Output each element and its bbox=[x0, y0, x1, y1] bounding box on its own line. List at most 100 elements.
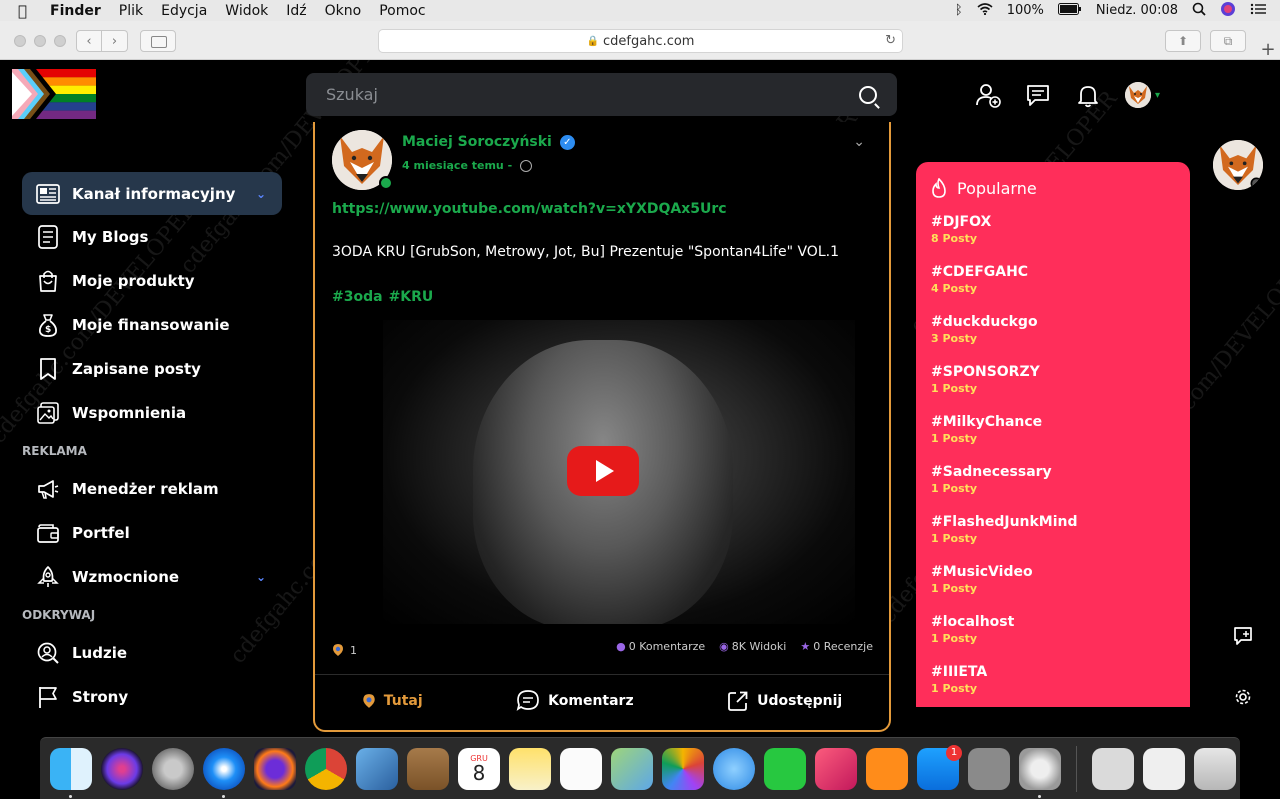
photos-dock-icon[interactable] bbox=[662, 747, 704, 790]
launchpad-dock-icon[interactable] bbox=[152, 747, 194, 790]
hashtag-name[interactable]: #MusicVideo bbox=[931, 564, 1175, 580]
chevron-down-icon[interactable]: ⌄ bbox=[256, 570, 266, 584]
battery-icon[interactable] bbox=[1057, 2, 1082, 19]
hashtag-name[interactable]: #MilkyChance bbox=[931, 414, 1175, 430]
hashtag-name[interactable]: #localhost bbox=[931, 614, 1175, 630]
popular-hashtag-item[interactable]: #DJFOX 8 Posty bbox=[931, 214, 1175, 264]
site-logo[interactable] bbox=[12, 69, 96, 119]
nav-item-people[interactable]: Ludzie bbox=[22, 631, 282, 675]
hashtag-name[interactable]: #IIIETA bbox=[931, 664, 1175, 680]
chrome-dock-icon[interactable] bbox=[305, 747, 347, 790]
share-post-button[interactable]: Udostępnij bbox=[727, 690, 842, 712]
documents-stack-dock-icon[interactable] bbox=[1143, 747, 1185, 790]
hashtag-link[interactable]: #KRU bbox=[389, 289, 434, 305]
popular-hashtag-item[interactable]: #FlashedJunkMind 1 Posty bbox=[931, 514, 1175, 564]
react-here-button[interactable]: Tutaj bbox=[362, 693, 423, 709]
comments-stat[interactable]: ● 0 Komentarze bbox=[616, 640, 705, 653]
menu-plik[interactable]: Plik bbox=[119, 3, 143, 19]
chevron-down-icon[interactable]: ⌄ bbox=[256, 187, 266, 201]
reminders-dock-icon[interactable] bbox=[560, 747, 602, 790]
menu-okno[interactable]: Okno bbox=[325, 3, 362, 19]
zoom-window-button[interactable] bbox=[54, 35, 66, 47]
app-store-dock-icon[interactable]: 1 bbox=[917, 744, 962, 790]
nav-item-feed[interactable]: Kanał informacyjny ⌄ bbox=[22, 172, 282, 215]
hashtag-name[interactable]: #Sadnecessary bbox=[931, 464, 1175, 480]
account-dropdown-icon[interactable]: ▾ bbox=[1155, 90, 1160, 101]
forward-button[interactable]: › bbox=[102, 30, 128, 52]
youtube-video-embed[interactable] bbox=[383, 320, 855, 624]
settings-gear-icon[interactable] bbox=[1234, 688, 1252, 711]
calendar-dock-icon[interactable]: GRU 8 bbox=[458, 747, 500, 790]
new-tab-button[interactable]: + bbox=[1256, 38, 1280, 60]
search-input[interactable]: Szukaj bbox=[306, 73, 897, 116]
hashtag-name[interactable]: #DJFOX bbox=[931, 214, 1175, 230]
hashtag-name[interactable]: #SPONSORZY bbox=[931, 364, 1175, 380]
notes-dock-icon[interactable] bbox=[509, 747, 551, 790]
trash-dock-icon[interactable] bbox=[1194, 747, 1236, 790]
popular-hashtag-item[interactable]: #IIIETA 1 Posty bbox=[931, 664, 1175, 714]
system-preferences-dock-icon[interactable] bbox=[968, 747, 1010, 790]
chat-contact-avatar[interactable] bbox=[1213, 140, 1263, 190]
address-bar[interactable]: 🔒 cdefgahc.com ↻ bbox=[378, 29, 903, 53]
menu-pomoc[interactable]: Pomoc bbox=[379, 3, 425, 19]
menu-edycja[interactable]: Edycja bbox=[161, 3, 207, 19]
nav-item-my-products[interactable]: Moje produkty bbox=[22, 259, 282, 303]
notifications-bell-icon[interactable] bbox=[1075, 82, 1101, 108]
hashtag-name[interactable]: #CDEFGAHC bbox=[931, 264, 1175, 280]
reactions-summary[interactable]: 1 bbox=[332, 643, 357, 657]
popular-hashtag-item[interactable]: #SPONSORZY 1 Posty bbox=[931, 364, 1175, 414]
sidebar-toggle-button[interactable] bbox=[140, 30, 176, 52]
search-icon[interactable] bbox=[859, 85, 877, 104]
messages-icon[interactable] bbox=[1025, 82, 1051, 108]
hashtag-name[interactable]: #duckduckgo bbox=[931, 314, 1175, 330]
nav-item-saved-posts[interactable]: Zapisane posty bbox=[22, 347, 282, 391]
new-chat-icon[interactable] bbox=[1233, 626, 1253, 651]
contacts-dock-icon[interactable] bbox=[407, 747, 449, 790]
nav-item-my-funding[interactable]: $ Moje finansowanie bbox=[22, 303, 282, 347]
post-author[interactable]: Maciej Soroczyński ✓ bbox=[402, 134, 575, 150]
reload-icon[interactable]: ↻ bbox=[885, 33, 896, 48]
reviews-stat[interactable]: ★ 0 Recenzje bbox=[800, 640, 873, 653]
nav-item-wallet[interactable]: Portfel bbox=[22, 511, 282, 555]
minimize-window-button[interactable] bbox=[34, 35, 46, 47]
popular-hashtag-item[interactable]: #MusicVideo 1 Posty bbox=[931, 564, 1175, 614]
font-book-dock-icon[interactable] bbox=[1092, 747, 1134, 790]
nav-item-pages[interactable]: Strony bbox=[22, 675, 282, 719]
menu-widok[interactable]: Widok bbox=[225, 3, 268, 19]
post-options-chevron-icon[interactable]: ⌄ bbox=[853, 134, 865, 150]
menu-idz[interactable]: Idź bbox=[286, 3, 306, 19]
popular-hashtag-item[interactable]: #Sadnecessary 1 Posty bbox=[931, 464, 1175, 514]
nav-item-memories[interactable]: Wspomnienia bbox=[22, 391, 282, 435]
popular-hashtag-item[interactable]: #MilkyChance 1 Posty bbox=[931, 414, 1175, 464]
share-button[interactable]: ⬆ bbox=[1165, 30, 1201, 52]
popular-hashtag-item[interactable]: #localhost 1 Posty bbox=[931, 614, 1175, 664]
popular-hashtag-item[interactable]: #CDEFGAHC 4 Posty bbox=[931, 264, 1175, 314]
post-link[interactable]: https://www.youtube.com/watch?v=xYXDQAx5… bbox=[332, 201, 727, 217]
notification-center-icon[interactable] bbox=[1250, 3, 1266, 19]
settings-dock-icon[interactable] bbox=[1019, 747, 1061, 798]
play-button-icon[interactable] bbox=[567, 446, 639, 496]
nav-item-ads-manager[interactable]: Menedżer reklam bbox=[22, 467, 282, 511]
clock[interactable]: Niedz. 00:08 bbox=[1096, 3, 1178, 18]
finder-dock-icon[interactable] bbox=[50, 747, 92, 798]
messages-dock-icon[interactable] bbox=[713, 747, 755, 790]
tabs-overview-button[interactable]: ⧉ bbox=[1210, 30, 1246, 52]
music-dock-icon[interactable] bbox=[815, 747, 857, 790]
firefox-dock-icon[interactable] bbox=[254, 747, 296, 790]
apple-menu-icon[interactable]:  bbox=[18, 2, 34, 20]
nav-item-my-blogs[interactable]: My Blogs bbox=[22, 215, 282, 259]
siri-icon[interactable] bbox=[1220, 1, 1236, 21]
nav-item-boosted[interactable]: Wzmocnione ⌄ bbox=[22, 555, 282, 599]
bluetooth-icon[interactable]: ᛒ bbox=[955, 3, 963, 18]
siri-dock-icon[interactable] bbox=[101, 747, 143, 790]
wifi-icon[interactable] bbox=[977, 2, 993, 19]
books-dock-icon[interactable] bbox=[866, 747, 908, 790]
user-avatar[interactable] bbox=[1125, 82, 1151, 108]
post-time-text[interactable]: 4 miesiące temu - bbox=[402, 159, 512, 172]
close-window-button[interactable] bbox=[14, 35, 26, 47]
maps-dock-icon[interactable] bbox=[611, 747, 653, 790]
add-friend-icon[interactable] bbox=[975, 82, 1001, 108]
comment-button[interactable]: Komentarz bbox=[516, 689, 634, 713]
back-button[interactable]: ‹ bbox=[76, 30, 102, 52]
menu-finder[interactable]: Finder bbox=[50, 3, 101, 19]
